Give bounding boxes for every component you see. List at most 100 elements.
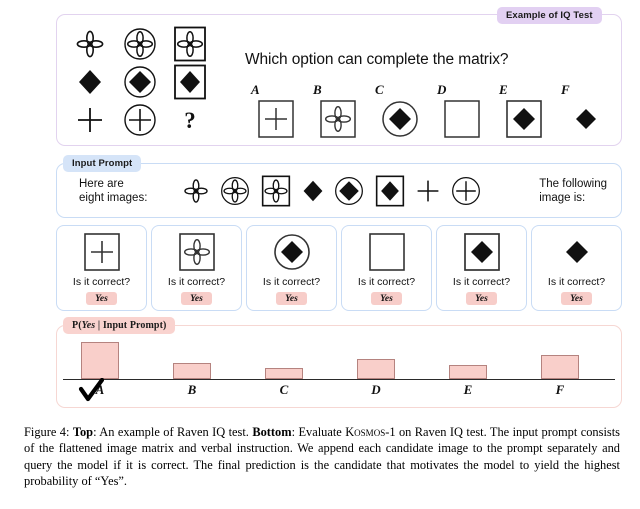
card-answer-badge: Yes (181, 292, 212, 305)
iq-test-panel: Example of IQ Test ? Which option can co… (56, 7, 622, 146)
diamond-plain-icon (559, 232, 595, 272)
chart-x-axis-labels: A B C D E F (63, 382, 615, 402)
badge-condition: Input Prompt (102, 320, 164, 331)
bar-a (81, 341, 119, 379)
candidate-card[interactable]: Is it correct? Yes (151, 225, 242, 311)
prompt-lead-text: Here are eight images: (79, 178, 148, 204)
flower-plain-icon (182, 177, 210, 210)
candidate-card-row: Is it correct? Yes Is it correct? Yes Is… (56, 225, 622, 311)
caption-model-name: Kosmos-1 (345, 425, 396, 439)
bar-f (541, 355, 579, 379)
card-answer-badge: Yes (561, 292, 592, 305)
badge-pipe: | (97, 320, 101, 331)
candidate-card[interactable]: Is it correct? Yes (56, 225, 147, 311)
bar-c (265, 367, 303, 379)
x-label-b: B (187, 382, 197, 397)
plus-in-circle-icon (450, 175, 482, 212)
matrix-cell-flower-in-square (165, 25, 215, 63)
diamond-in-square-icon (463, 232, 501, 272)
card-answer-badge: Yes (466, 292, 497, 305)
diamond-in-circle-icon (333, 175, 365, 212)
plus-plain-icon (415, 178, 441, 209)
input-prompt-panel: Input Prompt Here are eight images: The … (56, 155, 622, 218)
caption-text-1: : An example of Raven IQ test. (93, 425, 253, 439)
candidate-card[interactable]: Is it correct? Yes (436, 225, 527, 311)
candidate-card[interactable]: Is it correct? Yes (341, 225, 432, 311)
card-question: Is it correct? (167, 276, 226, 288)
input-prompt-badge: Input Prompt (63, 155, 142, 172)
option-b-label: B (313, 82, 322, 97)
empty-square-icon (443, 97, 481, 139)
option-c-label: C (375, 82, 384, 97)
check-mark-icon (78, 378, 104, 402)
question-mark-label: ? (184, 107, 196, 133)
flower-in-square-icon (260, 174, 292, 213)
option-b[interactable]: B (313, 82, 361, 139)
card-question: Is it correct? (72, 276, 131, 288)
flower-plain-icon (76, 30, 104, 58)
figure-caption: Figure 4: Top: An example of Raven IQ te… (24, 424, 620, 490)
diamond-plain-icon (301, 179, 325, 208)
iq-test-badge: Example of IQ Test (497, 7, 602, 24)
plus-in-circle-icon (124, 104, 156, 136)
probability-badge: P(Yes | Input Prompt) (63, 317, 176, 334)
diamond-in-square-icon (174, 64, 206, 100)
bar-d (357, 358, 395, 379)
option-d[interactable]: D (437, 82, 485, 139)
flower-in-square-icon (174, 26, 206, 62)
card-question: Is it correct? (452, 276, 511, 288)
diamond-in-circle-icon (381, 97, 419, 139)
caption-text-2: : Evaluate (291, 425, 346, 439)
diamond-in-circle-icon (272, 232, 312, 272)
candidate-card[interactable]: Is it correct? Yes (246, 225, 337, 311)
option-e-label: E (499, 82, 508, 97)
prompt-trailing-text: The following image is: (539, 178, 607, 204)
option-f-label: F (561, 82, 570, 97)
candidate-card[interactable]: Is it correct? Yes (531, 225, 622, 311)
matrix-cell-plus-plain (65, 101, 115, 139)
bar-chart-plot (63, 336, 615, 380)
matrix-cell-unknown: ? (165, 101, 215, 139)
badge-suffix: ) (163, 320, 167, 331)
diamond-plain-icon (79, 70, 101, 94)
option-e[interactable]: E (499, 82, 547, 139)
option-f[interactable]: F (561, 82, 609, 139)
plus-in-square-icon (257, 97, 295, 139)
flower-in-circle-icon (124, 28, 156, 60)
badge-yes: Yes (81, 320, 96, 331)
option-a-label: A (251, 82, 260, 97)
probability-chart-panel: P(Yes | Input Prompt) A B C D E F (56, 317, 622, 408)
card-question: Is it correct? (262, 276, 321, 288)
raven-matrix: ? (65, 25, 215, 140)
diamond-in-square-icon (374, 174, 406, 213)
prompt-eight-images (182, 172, 482, 214)
diamond-in-circle-icon (124, 66, 156, 98)
plus-plain-icon (78, 108, 102, 132)
matrix-cell-diamond-in-circle (115, 63, 165, 101)
option-d-label: D (437, 82, 447, 97)
option-a[interactable]: A (251, 82, 299, 139)
card-question: Is it correct? (547, 276, 606, 288)
matrix-cell-plus-in-circle (115, 101, 165, 139)
badge-prefix: P( (72, 320, 82, 331)
empty-square-icon (368, 232, 406, 272)
diamond-in-square-icon (505, 97, 543, 139)
plus-in-square-icon (83, 232, 121, 272)
card-question: Is it correct? (357, 276, 416, 288)
caption-bold-bottom: Bottom (252, 425, 292, 439)
diamond-plain-icon (567, 97, 605, 139)
bar-b (173, 362, 211, 379)
card-answer-badge: Yes (276, 292, 307, 305)
caption-bold-top: Top (72, 425, 94, 439)
chart-baseline-axis (63, 378, 615, 380)
matrix-cell-diamond-plain (65, 63, 115, 101)
option-c[interactable]: C (375, 82, 423, 139)
card-answer-badge: Yes (371, 292, 402, 305)
x-label-d: D (371, 382, 381, 397)
flower-in-square-icon (319, 97, 357, 139)
x-label-e: E (463, 382, 473, 397)
flower-in-circle-icon (219, 175, 251, 212)
caption-figure-number: Figure 4: (24, 425, 70, 439)
card-answer-badge: Yes (86, 292, 117, 305)
matrix-question-text: Which option can complete the matrix? (245, 51, 509, 68)
